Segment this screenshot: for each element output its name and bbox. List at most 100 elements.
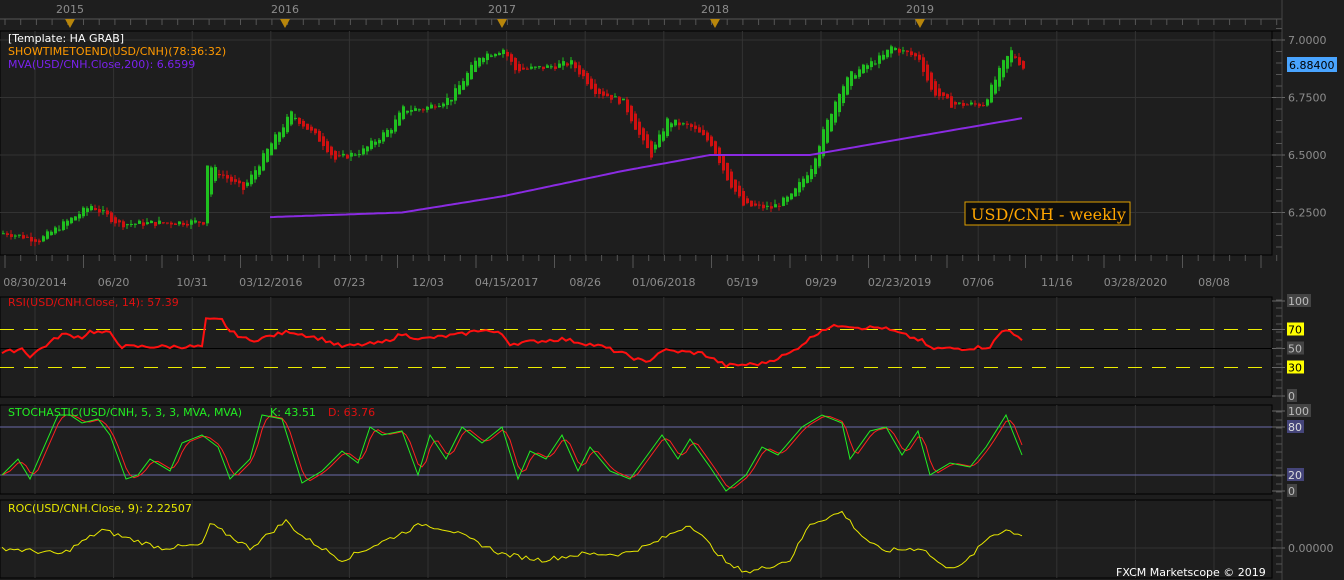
- candle-body: [238, 180, 241, 184]
- candle-body: [754, 203, 757, 206]
- roc-title: ROC(USD/CNH.Close, 9): 2.22507: [8, 502, 192, 515]
- candle-body: [462, 81, 465, 90]
- candle-body: [658, 134, 661, 147]
- candle-body: [934, 81, 937, 96]
- candle-body: [874, 63, 877, 65]
- chart-canvas[interactable]: 2015 2016 2017 2018 2019 08/30/2014 06/20 10/3…: [0, 0, 1344, 580]
- candle-body: [278, 132, 281, 142]
- date-tick-label: 03/28/2020: [1104, 276, 1167, 289]
- candle-body: [866, 65, 869, 69]
- candle-body: [66, 220, 69, 226]
- candle-body: [794, 188, 797, 197]
- candle-body: [630, 105, 633, 122]
- date-tick-label: 07/23: [334, 276, 366, 289]
- candle-body: [14, 235, 17, 237]
- rsi-tick-label: 70: [1288, 324, 1302, 337]
- candle-body: [126, 224, 129, 226]
- candle-body: [474, 60, 477, 73]
- date-tick-label: 03/12/2016: [239, 276, 302, 289]
- candle-body: [314, 128, 317, 134]
- candle-body: [478, 57, 481, 67]
- candle-body: [890, 46, 893, 54]
- date-tick-label: 02/23/2019: [868, 276, 931, 289]
- date-tick-label: 09/29: [805, 276, 837, 289]
- year-label: 2019: [906, 3, 934, 16]
- candle-body: [402, 106, 405, 120]
- candle-body: [406, 110, 409, 113]
- candle-body: [958, 102, 961, 104]
- candle-body: [766, 205, 769, 207]
- candle-body: [882, 54, 885, 60]
- candle-body: [706, 132, 709, 141]
- candle-body: [218, 173, 221, 176]
- candle-body: [362, 148, 365, 155]
- candle-body: [546, 65, 549, 68]
- candle-body: [194, 220, 197, 223]
- date-tick-label: 08/30/2014: [3, 276, 66, 289]
- candle-body: [914, 53, 917, 57]
- roc-tick-label: 0.00000: [1288, 542, 1334, 555]
- candle-body: [438, 105, 441, 108]
- candle-body: [242, 181, 245, 190]
- candle-body: [662, 131, 665, 141]
- candle-body: [622, 98, 625, 101]
- candle-body: [270, 143, 273, 156]
- year-label: 2015: [56, 3, 84, 16]
- candle-body: [642, 128, 645, 141]
- candle-body: [926, 64, 929, 81]
- candle-body: [506, 51, 509, 57]
- candle-body: [674, 119, 677, 126]
- candle-body: [930, 72, 933, 90]
- candle-body: [770, 206, 773, 209]
- candle-body: [486, 53, 489, 61]
- candle-body: [310, 126, 313, 131]
- candle-body: [386, 129, 389, 137]
- candle-body: [686, 123, 689, 125]
- candle-body: [710, 136, 713, 146]
- candle-body: [226, 175, 229, 179]
- candle-body: [82, 207, 85, 217]
- stochastic-tick-label: 100: [1288, 405, 1309, 418]
- candle-body: [334, 150, 337, 160]
- candle-body: [58, 229, 61, 231]
- candle-body: [498, 53, 501, 56]
- candle-body: [834, 101, 837, 123]
- candle-body: [162, 222, 165, 224]
- date-tick-label: 08/26: [569, 276, 601, 289]
- candle-body: [966, 104, 969, 106]
- candle-body: [118, 220, 121, 223]
- candle-body: [98, 209, 101, 213]
- candle-body: [942, 92, 945, 96]
- candle-body: [346, 154, 349, 159]
- candle-body: [502, 49, 505, 55]
- candle-body: [562, 61, 565, 66]
- candle-body: [870, 61, 873, 68]
- candle-body: [654, 144, 657, 150]
- date-tick-label: 07/06: [962, 276, 994, 289]
- candle-body: [182, 222, 185, 225]
- price-tick-label: 6.2500: [1288, 207, 1327, 220]
- candle-body: [702, 129, 705, 136]
- candle-body: [598, 88, 601, 94]
- candle-body: [318, 130, 321, 142]
- candle-body: [398, 112, 401, 126]
- candle-body: [294, 117, 297, 119]
- candle-body: [526, 68, 529, 70]
- candle-body: [922, 57, 925, 72]
- candle-body: [1022, 61, 1025, 69]
- candle-body: [690, 124, 693, 127]
- stochastic-tick-label: 0: [1288, 485, 1295, 498]
- candle-body: [374, 141, 377, 145]
- candle-body: [830, 113, 833, 132]
- candle-body: [862, 64, 865, 74]
- candle-body: [1018, 57, 1021, 65]
- candle-body: [1010, 50, 1013, 63]
- candle-body: [378, 139, 381, 144]
- candle-body: [210, 167, 213, 195]
- candle-body: [358, 154, 361, 156]
- candle-body: [606, 93, 609, 97]
- candle-body: [838, 94, 841, 113]
- candle-body: [286, 116, 289, 133]
- candle-body: [158, 220, 161, 224]
- candle-body: [614, 96, 617, 98]
